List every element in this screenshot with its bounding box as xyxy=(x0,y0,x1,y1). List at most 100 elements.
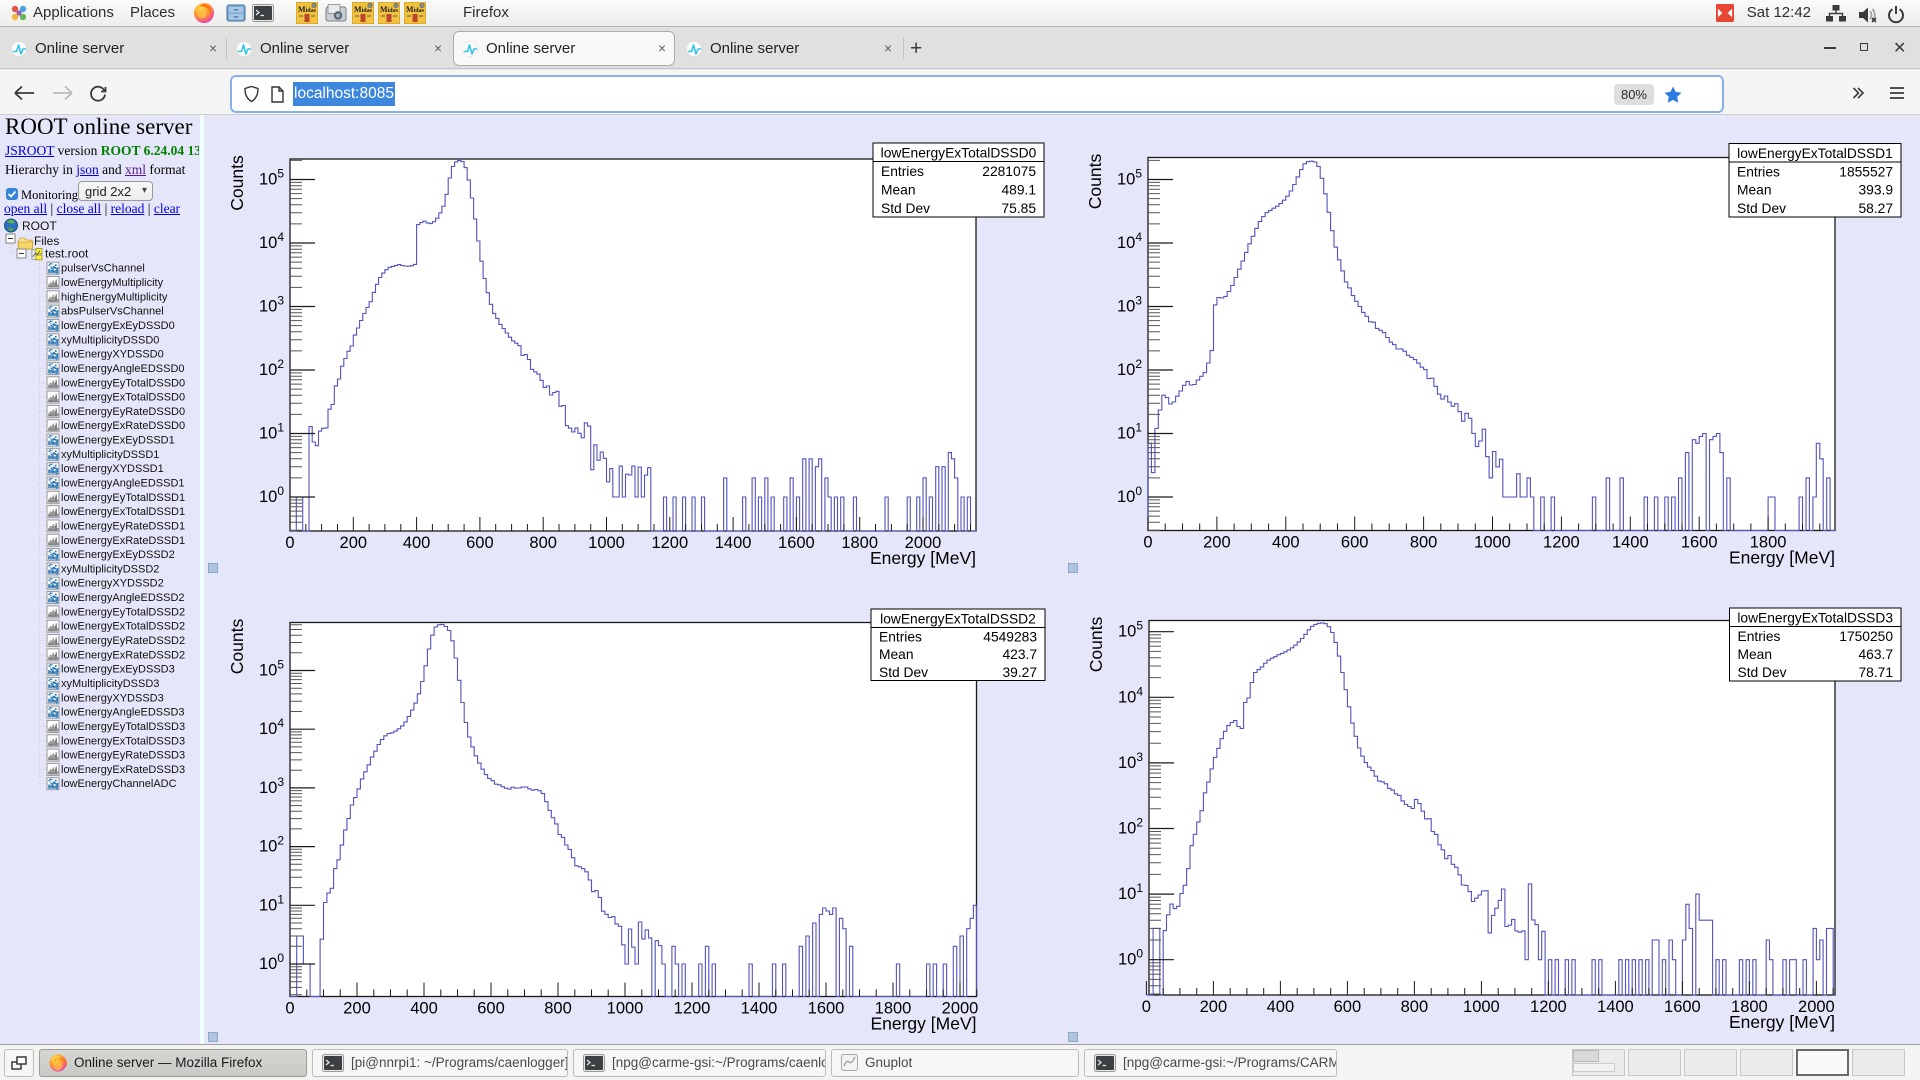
svg-text:lowEnergyMultiplicity: lowEnergyMultiplicity xyxy=(61,277,164,289)
svg-text:1000: 1000 xyxy=(588,534,625,552)
svg-text:100: 100 xyxy=(259,951,284,973)
svg-text:Counts: Counts xyxy=(227,155,247,211)
svg-text:1400: 1400 xyxy=(1612,534,1649,552)
svg-text:lowEnergyXYDSSD2: lowEnergyXYDSSD2 xyxy=(61,578,164,590)
svg-text:Energy [MeV]: Energy [MeV] xyxy=(870,1014,976,1034)
svg-text:103: 103 xyxy=(259,775,284,797)
svg-text:Std Dev: Std Dev xyxy=(881,201,930,216)
svg-text:104: 104 xyxy=(1117,230,1142,252)
svg-text:101: 101 xyxy=(259,892,284,914)
svg-text:lowEnergyExRateDSSD2: lowEnergyExRateDSSD2 xyxy=(61,649,185,661)
svg-text:lowEnergyEyTotalDSSD1: lowEnergyEyTotalDSSD1 xyxy=(61,492,185,504)
svg-text:102: 102 xyxy=(259,357,284,379)
svg-text:lowEnergyExTotalDSSD0: lowEnergyExTotalDSSD0 xyxy=(881,146,1037,161)
svg-text:1200: 1200 xyxy=(674,1000,711,1018)
svg-text:105: 105 xyxy=(259,658,284,680)
svg-text:101: 101 xyxy=(1117,421,1142,443)
svg-text:lowEnergyEyRateDSSD2: lowEnergyEyRateDSSD2 xyxy=(61,635,185,647)
svg-text:103: 103 xyxy=(259,294,284,316)
svg-text:Counts: Counts xyxy=(227,619,247,675)
svg-text:78.71: 78.71 xyxy=(1858,665,1893,680)
svg-text:lowEnergyExTotalDSSD2: lowEnergyExTotalDSSD2 xyxy=(880,612,1036,627)
svg-text:lowEnergyEyRateDSSD3: lowEnergyEyRateDSSD3 xyxy=(61,750,185,762)
svg-text:105: 105 xyxy=(259,167,284,189)
svg-text:lowEnergyExRateDSSD0: lowEnergyExRateDSSD0 xyxy=(61,420,185,432)
svg-text:1000: 1000 xyxy=(1463,998,1500,1016)
svg-text:2281075: 2281075 xyxy=(982,164,1036,179)
svg-text:800: 800 xyxy=(529,534,557,552)
svg-text:Std Dev: Std Dev xyxy=(1737,201,1786,216)
svg-text:Counts: Counts xyxy=(1085,154,1105,210)
svg-text:393.9: 393.9 xyxy=(1858,183,1893,198)
svg-text:103: 103 xyxy=(1117,294,1142,316)
svg-text:104: 104 xyxy=(259,716,284,738)
svg-text:600: 600 xyxy=(1341,534,1369,552)
svg-text:489.1: 489.1 xyxy=(1001,182,1036,197)
svg-text:lowEnergyExTotalDSSD3: lowEnergyExTotalDSSD3 xyxy=(61,735,185,747)
svg-text:0: 0 xyxy=(1143,534,1152,552)
svg-text:lowEnergyExEyDSSD0: lowEnergyExEyDSSD0 xyxy=(61,320,175,332)
svg-text:1750250: 1750250 xyxy=(1839,629,1893,644)
svg-text:200: 200 xyxy=(1200,998,1228,1016)
svg-text:1855527: 1855527 xyxy=(1839,164,1893,179)
svg-text:pulserVsChannel: pulserVsChannel xyxy=(61,263,145,275)
svg-text:200: 200 xyxy=(343,1000,371,1018)
svg-text:0: 0 xyxy=(285,1000,294,1018)
svg-text:Mean: Mean xyxy=(879,647,914,662)
svg-text:Mean: Mean xyxy=(881,182,916,197)
svg-text:lowEnergyExEyDSSD2: lowEnergyExEyDSSD2 xyxy=(61,549,175,561)
svg-text:1400: 1400 xyxy=(741,1000,778,1018)
svg-text:400: 400 xyxy=(1272,534,1300,552)
svg-text:105: 105 xyxy=(1118,619,1143,641)
svg-text:lowEnergyExTotalDSSD2: lowEnergyExTotalDSSD2 xyxy=(61,621,185,633)
svg-text:Counts: Counts xyxy=(1086,617,1106,673)
svg-text:100: 100 xyxy=(1117,484,1142,506)
svg-text:800: 800 xyxy=(1401,998,1429,1016)
svg-text:1000: 1000 xyxy=(607,1000,644,1018)
svg-text:xyMultiplicityDSSD1: xyMultiplicityDSSD1 xyxy=(61,449,159,461)
svg-text:1000: 1000 xyxy=(1474,534,1511,552)
svg-text:xyMultiplicityDSSD3: xyMultiplicityDSSD3 xyxy=(61,678,159,690)
svg-text:lowEnergyAngleEDSSD2: lowEnergyAngleEDSSD2 xyxy=(61,592,185,604)
svg-text:Entries: Entries xyxy=(879,630,922,645)
svg-text:105: 105 xyxy=(1117,167,1142,189)
svg-text:1600: 1600 xyxy=(1664,998,1701,1016)
svg-text:600: 600 xyxy=(466,534,494,552)
svg-text:600: 600 xyxy=(477,1000,505,1018)
svg-text:Mean: Mean xyxy=(1737,183,1772,198)
svg-text:200: 200 xyxy=(340,534,368,552)
svg-text:400: 400 xyxy=(410,1000,438,1018)
svg-text:highEnergyMultiplicity: highEnergyMultiplicity xyxy=(61,291,168,303)
svg-text:lowEnergyEyTotalDSSD2: lowEnergyEyTotalDSSD2 xyxy=(61,606,185,618)
svg-text:Entries: Entries xyxy=(1737,164,1780,179)
svg-text:0: 0 xyxy=(285,534,294,552)
svg-text:lowEnergyAngleEDSSD0: lowEnergyAngleEDSSD0 xyxy=(61,363,185,375)
svg-text:Std Dev: Std Dev xyxy=(879,665,928,680)
svg-text:lowEnergyXYDSSD1: lowEnergyXYDSSD1 xyxy=(61,463,164,475)
svg-text:lowEnergyExRateDSSD1: lowEnergyExRateDSSD1 xyxy=(61,535,185,547)
svg-text:104: 104 xyxy=(1118,684,1143,706)
svg-text:800: 800 xyxy=(1410,534,1438,552)
svg-text:400: 400 xyxy=(403,534,431,552)
svg-text:463.7: 463.7 xyxy=(1858,647,1893,662)
svg-text:1200: 1200 xyxy=(1543,534,1580,552)
svg-text:xyMultiplicityDSSD2: xyMultiplicityDSSD2 xyxy=(61,563,159,575)
svg-text:100: 100 xyxy=(259,484,284,506)
svg-text:400: 400 xyxy=(1267,998,1295,1016)
svg-text:lowEnergyExTotalDSSD3: lowEnergyExTotalDSSD3 xyxy=(1737,611,1893,626)
svg-text:lowEnergyExTotalDSSD0: lowEnergyExTotalDSSD0 xyxy=(61,392,185,404)
svg-text:lowEnergyExEyDSSD3: lowEnergyExEyDSSD3 xyxy=(61,664,175,676)
svg-text:Entries: Entries xyxy=(1738,629,1781,644)
svg-text:1600: 1600 xyxy=(808,1000,845,1018)
svg-text:1400: 1400 xyxy=(1597,998,1634,1016)
svg-text:104: 104 xyxy=(259,230,284,252)
svg-text:lowEnergyAngleEDSSD1: lowEnergyAngleEDSSD1 xyxy=(61,478,185,490)
svg-text:75.85: 75.85 xyxy=(1001,201,1036,216)
svg-text:lowEnergyEyTotalDSSD3: lowEnergyEyTotalDSSD3 xyxy=(61,721,185,733)
svg-text:Energy [MeV]: Energy [MeV] xyxy=(1729,1012,1835,1032)
svg-text:200: 200 xyxy=(1203,534,1231,552)
svg-text:1600: 1600 xyxy=(1681,534,1718,552)
svg-text:39.27: 39.27 xyxy=(1002,665,1037,680)
svg-text:Mean: Mean xyxy=(1738,647,1773,662)
svg-text:600: 600 xyxy=(1334,998,1362,1016)
